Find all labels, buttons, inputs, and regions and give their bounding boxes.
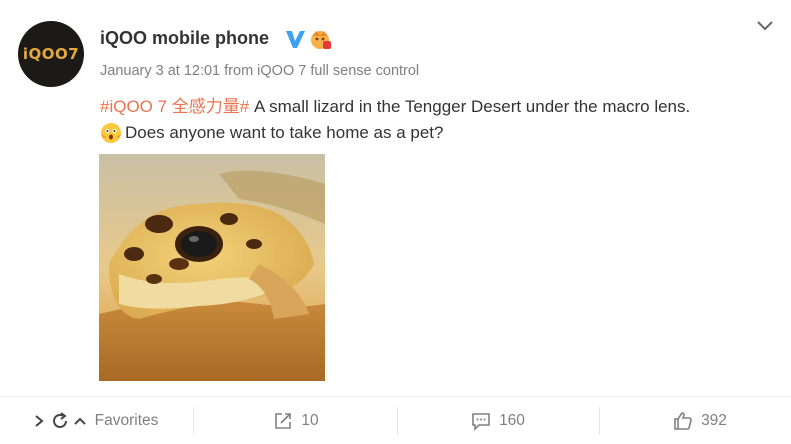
repost-button[interactable]: 10 [197,397,395,444]
comment-count: 160 [499,411,525,429]
avatar[interactable]: iQOO7 [18,21,84,87]
post-text-line1: #iQOO 7 全感力量# A small lizard in the Teng… [100,92,690,117]
like-button[interactable]: 392 [600,397,791,444]
hashtag-link[interactable]: #iQOO 7 全感力量# [100,97,249,116]
member-badge-icon[interactable] [308,28,332,50]
like-count: 392 [701,411,727,429]
comment-icon [472,412,490,431]
author-name[interactable]: iQOO mobile phone [100,28,269,49]
favorites-button[interactable]: Favorites [26,397,166,444]
favorites-label: Favorites [94,411,159,429]
comment-button[interactable]: 160 [398,397,598,444]
chevron-down-icon[interactable] [756,20,774,32]
lizard-photo[interactable] [99,154,325,381]
repost-icon [275,412,292,429]
action-bar: Favorites 10 160 392 [0,396,791,444]
verified-v-icon [286,31,305,48]
refresh-icon [52,411,67,428]
like-icon [674,411,692,430]
shocked-emoji-icon [101,123,121,143]
post-meta-timestamp[interactable]: January 3 at 12:01 from iQOO 7 full sens… [100,63,419,79]
avatar-logo-text: iQOO7 [22,45,80,63]
repost-count: 10 [301,411,319,429]
post-text-body: A small lizard in the Tengger Desert und… [249,97,691,116]
post-text-line2: Does anyone want to take home as a pet? [100,122,443,144]
expand-arrow-icon [34,414,44,427]
divider [193,407,194,435]
post-text-question: Does anyone want to take home as a pet? [125,123,444,142]
lizard-photo-art [99,154,325,381]
chevron-up-icon [73,417,86,425]
